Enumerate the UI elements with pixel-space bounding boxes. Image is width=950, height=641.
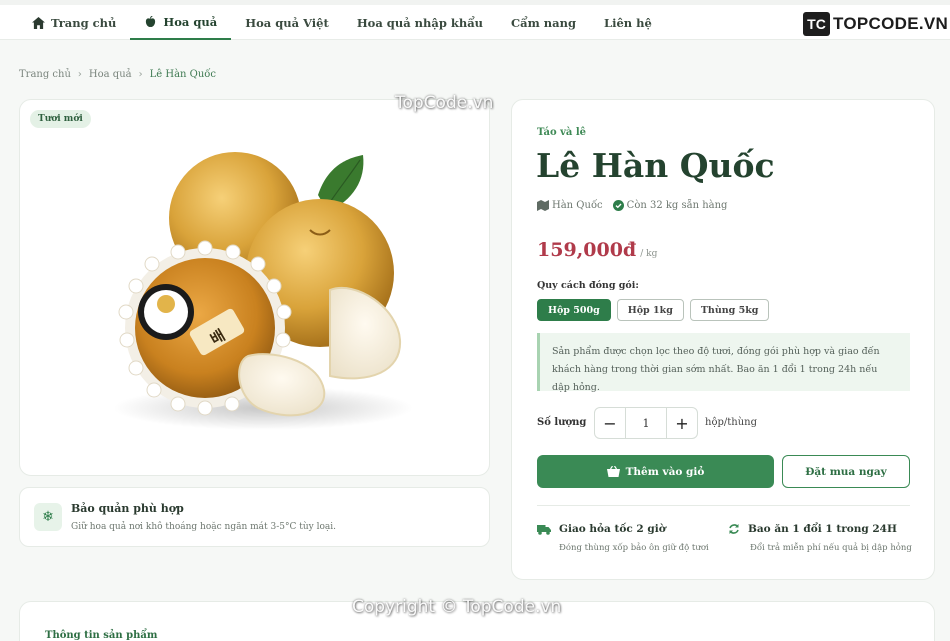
nav-item-contact[interactable]: Liên hệ	[590, 5, 666, 40]
nav-menu: Trang chủ Hoa quả Hoa quả Việt Hoa quả n…	[18, 5, 666, 40]
fresh-badge: Tươi mới	[30, 110, 91, 128]
storage-tip-card: ❄ Bảo quản phù hợp Giữ hoa quả nơi khô t…	[19, 487, 490, 547]
home-icon	[32, 16, 45, 29]
feature-description: Đóng thùng xốp bảo ôn giữ độ tươi	[559, 543, 709, 553]
nav-item-label: Liên hệ	[604, 15, 652, 30]
buy-now-button[interactable]: Đặt mua ngay	[782, 455, 910, 488]
product-origin: Hàn Quốc	[552, 200, 603, 211]
product-image-card: Tươi mới 배	[19, 99, 490, 476]
refresh-icon	[729, 524, 739, 534]
logo-mark: TC	[803, 12, 830, 36]
logo-text: TOPCODE.VN	[833, 14, 948, 34]
product-info-tab[interactable]: Thông tin sản phẩm	[45, 630, 157, 641]
feature-exchange: Bao ăn 1 đổi 1 trong 24H Đổi trả miễn ph…	[728, 523, 912, 553]
divider	[537, 505, 910, 506]
nav-item-label: Trang chủ	[51, 15, 117, 30]
feature-title-row: Bao ăn 1 đổi 1 trong 24H	[728, 523, 912, 535]
pack-label: Quy cách đóng gói:	[537, 280, 639, 291]
product-meta: Hàn Quốc Còn 32 kg sẵn hàng	[537, 200, 737, 211]
nav-item-label: Hoa quả	[163, 14, 218, 29]
chevron-right-icon: ›	[138, 69, 143, 80]
feature-title: Bao ăn 1 đổi 1 trong 24H	[748, 523, 897, 535]
nav-item-label: Hoa quả nhập khẩu	[356, 15, 484, 30]
nav-item-home[interactable]: Trang chủ	[18, 5, 130, 40]
price-unit: / kg	[640, 249, 658, 259]
logo-text-domain: .VN	[918, 14, 949, 33]
quantity-stepper: − +	[594, 407, 698, 439]
nav-item-vietnam-fruits[interactable]: Hoa quả Việt	[231, 5, 343, 40]
nav-item-fruits[interactable]: Hoa quả	[130, 5, 232, 40]
basket-icon	[606, 466, 620, 477]
nav-item-label: Hoa quả Việt	[245, 15, 329, 30]
quantity-label: Số lượng	[537, 417, 587, 428]
feature-fast-delivery: Giao hỏa tốc 2 giờ Đóng thùng xốp bảo ôn…	[537, 523, 709, 553]
feature-description: Đổi trả miễn phí nếu quả bị dập hỏng	[750, 543, 912, 553]
plus-icon[interactable]: +	[667, 408, 697, 438]
watermark-top: TopCode.vn	[395, 93, 494, 113]
product-title: Lê Hàn Quốc	[536, 146, 775, 185]
nav-item-handbook[interactable]: Cẩm nang	[497, 5, 590, 40]
apple-icon	[146, 15, 156, 27]
korean-pear-image: 배	[113, 152, 413, 430]
pack-option-500g[interactable]: Hộp 500g	[537, 299, 611, 321]
add-to-cart-label: Thêm vào giỏ	[625, 465, 705, 478]
check-circle-icon	[612, 200, 624, 211]
quantity-unit: hộp/thùng	[705, 417, 757, 428]
breadcrumb-home[interactable]: Trang chủ	[19, 69, 71, 80]
map-icon	[537, 200, 549, 211]
minus-icon[interactable]: −	[595, 408, 625, 438]
breadcrumb: Trang chủ › Hoa quả › Lê Hàn Quốc	[19, 69, 216, 80]
stock-info: Còn 32 kg sẵn hàng	[612, 200, 728, 211]
breadcrumb-current: Lê Hàn Quốc	[149, 69, 217, 80]
chevron-right-icon: ›	[77, 69, 82, 80]
top-navbar: Trang chủ Hoa quả Hoa quả Việt Hoa quả n…	[0, 0, 950, 40]
product-price: 159,000đ / kg	[537, 239, 657, 261]
quantity-input[interactable]	[625, 408, 667, 438]
truck-icon	[537, 524, 551, 535]
site-logo[interactable]: TC TOPCODE.VN	[803, 12, 948, 36]
logo-text-main: TOPCODE	[833, 14, 919, 33]
origin-info: Hàn Quốc	[537, 200, 603, 211]
nav-item-label: Cẩm nang	[511, 15, 577, 30]
storage-description: Giữ hoa quả nơi khô thoáng hoặc ngăn mát…	[71, 522, 336, 532]
pack-options: Hộp 500g Hộp 1kg Thùng 5kg	[537, 299, 775, 321]
product-notice: Sản phẩm được chọn lọc theo độ tươi, đón…	[537, 333, 910, 393]
price-value: 159,000đ	[537, 239, 637, 261]
product-detail-card: Táo và lê Lê Hàn Quốc Hàn Quốc Còn 32 kg…	[511, 99, 935, 580]
product-stock: Còn 32 kg sẵn hàng	[626, 200, 728, 211]
storage-title: Bảo quản phù hợp	[71, 502, 184, 515]
nav-item-imported-fruits[interactable]: Hoa quả nhập khẩu	[343, 5, 497, 40]
snowflake-icon: ❄	[34, 503, 62, 531]
product-category[interactable]: Táo và lê	[537, 127, 586, 138]
feature-title-row: Giao hỏa tốc 2 giờ	[537, 523, 709, 535]
breadcrumb-fruits[interactable]: Hoa quả	[89, 69, 132, 80]
add-to-cart-button[interactable]: Thêm vào giỏ	[537, 455, 774, 488]
pack-option-1kg[interactable]: Hộp 1kg	[616, 299, 684, 321]
pack-option-5kg[interactable]: Thùng 5kg	[689, 299, 770, 321]
feature-title: Giao hỏa tốc 2 giờ	[559, 523, 666, 535]
watermark-bottom: Copyright © TopCode.vn	[352, 597, 562, 617]
